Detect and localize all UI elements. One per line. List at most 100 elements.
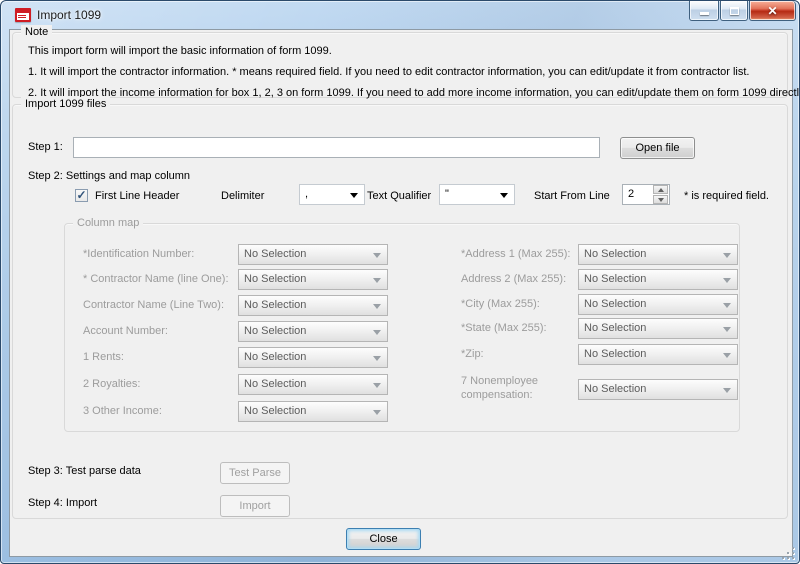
combo-value: No Selection	[244, 325, 306, 337]
chevron-down-icon	[373, 253, 381, 258]
import-button[interactable]: Import	[220, 495, 290, 517]
contractor-name-one-combobox[interactable]: No Selection	[238, 269, 388, 290]
start-from-line-value: 2	[628, 188, 634, 200]
account-number-combobox[interactable]: No Selection	[238, 321, 388, 342]
close-button[interactable]: Close	[346, 528, 421, 550]
first-line-header-checkbox[interactable]: ✓	[75, 189, 88, 202]
combo-value: No Selection	[584, 273, 646, 285]
note-line-3: 2. It will import the income information…	[28, 87, 800, 100]
first-line-header-label: First Line Header	[95, 190, 179, 203]
chevron-down-icon	[373, 330, 381, 335]
delimiter-label: Delimiter	[221, 190, 264, 203]
field-label: 2 Royalties:	[83, 378, 140, 391]
combo-value: No Selection	[584, 322, 646, 334]
resize-grip[interactable]	[782, 547, 795, 560]
address1-combobox[interactable]: No Selection	[578, 244, 738, 265]
field-label: *Zip:	[461, 348, 484, 361]
column-map-groupbox: Column map *Identification Number: No Se…	[64, 223, 740, 432]
minimize-button[interactable]	[689, 1, 719, 21]
combo-value: No Selection	[244, 378, 306, 390]
field-label: *Address 1 (Max 255):	[461, 248, 570, 261]
delimiter-value: ,	[305, 188, 308, 200]
arrow-up-icon	[658, 188, 664, 192]
chevron-down-icon	[723, 388, 731, 393]
import-files-groupbox: Import 1099 files Step 1: Open file Step…	[12, 104, 788, 519]
chevron-down-icon	[723, 327, 731, 332]
address2-combobox[interactable]: No Selection	[578, 269, 738, 290]
other-income-combobox[interactable]: No Selection	[238, 401, 388, 422]
chevron-down-icon	[350, 193, 358, 198]
combo-value: No Selection	[244, 351, 306, 363]
combo-value: No Selection	[244, 248, 306, 260]
start-from-line-label: Start From Line	[534, 190, 610, 203]
step1-label: Step 1:	[28, 141, 63, 154]
file-path-input[interactable]	[73, 137, 600, 158]
chevron-down-icon	[373, 383, 381, 388]
text-qualifier-label: Text Qualifier	[367, 190, 431, 203]
identification-number-combobox[interactable]: No Selection	[238, 244, 388, 265]
start-from-line-stepper[interactable]: 2	[622, 184, 670, 205]
city-combobox[interactable]: No Selection	[578, 294, 738, 315]
chevron-down-icon	[723, 278, 731, 283]
field-label: 7 Nonemployee compensation:	[461, 374, 573, 402]
zip-combobox[interactable]: No Selection	[578, 344, 738, 365]
close-window-button[interactable]: ✕	[749, 1, 796, 21]
field-label: Address 2 (Max 255):	[461, 273, 566, 286]
step2-label: Step 2: Settings and map column	[28, 170, 190, 183]
test-parse-button[interactable]: Test Parse	[220, 462, 290, 484]
open-file-button[interactable]: Open file	[620, 137, 695, 159]
field-label: 1 Rents:	[83, 351, 124, 364]
rents-combobox[interactable]: No Selection	[238, 347, 388, 368]
field-label: *City (Max 255):	[461, 298, 540, 311]
column-map-title: Column map	[73, 216, 143, 230]
nonemployee-compensation-combobox[interactable]: No Selection	[578, 379, 738, 400]
text-qualifier-combobox[interactable]: "	[439, 184, 515, 205]
app-form-icon	[15, 8, 31, 22]
contractor-name-two-combobox[interactable]: No Selection	[238, 295, 388, 316]
note-groupbox: Note This import form will import the ba…	[12, 32, 788, 98]
caption-buttons: ✕	[689, 1, 796, 21]
field-label: Account Number:	[83, 325, 168, 338]
step4-label: Step 4: Import	[28, 497, 97, 510]
combo-value: No Selection	[244, 405, 306, 417]
field-label: 3 Other Income:	[83, 405, 162, 418]
checkbox-check-icon: ✓	[76, 190, 86, 200]
combo-value: No Selection	[584, 298, 646, 310]
step3-label: Step 3: Test parse data	[28, 465, 141, 478]
window-title: Import 1099	[37, 8, 101, 22]
close-icon: ✕	[767, 5, 777, 17]
combo-value: No Selection	[584, 248, 646, 260]
chevron-down-icon	[373, 304, 381, 309]
combo-value: No Selection	[244, 273, 306, 285]
maximize-button[interactable]	[720, 1, 748, 21]
chevron-down-icon	[723, 353, 731, 358]
note-line-1: This import form will import the basic i…	[28, 45, 332, 58]
combo-value: No Selection	[584, 383, 646, 395]
chevron-down-icon	[723, 303, 731, 308]
minimize-icon	[700, 12, 709, 15]
note-line-2: 1. It will import the contractor informa…	[28, 66, 749, 79]
field-label: * Contractor Name (line One):	[83, 273, 229, 286]
chevron-down-icon	[373, 410, 381, 415]
chevron-down-icon	[373, 356, 381, 361]
delimiter-combobox[interactable]: ,	[299, 184, 365, 205]
royalties-combobox[interactable]: No Selection	[238, 374, 388, 395]
note-group-title: Note	[21, 25, 52, 39]
import-group-title: Import 1099 files	[21, 97, 110, 111]
required-field-note: * is required field.	[684, 190, 769, 203]
maximize-icon	[730, 7, 739, 15]
chevron-down-icon	[373, 278, 381, 283]
stepper-down-button[interactable]	[653, 195, 668, 204]
combo-value: No Selection	[584, 348, 646, 360]
field-label: *Identification Number:	[83, 248, 194, 261]
title-bar[interactable]: Import 1099 ✕	[1, 1, 799, 29]
text-qualifier-value: "	[445, 188, 449, 200]
state-combobox[interactable]: No Selection	[578, 318, 738, 339]
chevron-down-icon	[500, 193, 508, 198]
import-1099-dialog: Import 1099 ✕ Note This import form will…	[0, 0, 800, 564]
field-label: Contractor Name (Line Two):	[83, 299, 224, 312]
chevron-down-icon	[723, 253, 731, 258]
combo-value: No Selection	[244, 299, 306, 311]
arrow-down-icon	[658, 198, 664, 202]
stepper-up-button[interactable]	[653, 185, 668, 194]
